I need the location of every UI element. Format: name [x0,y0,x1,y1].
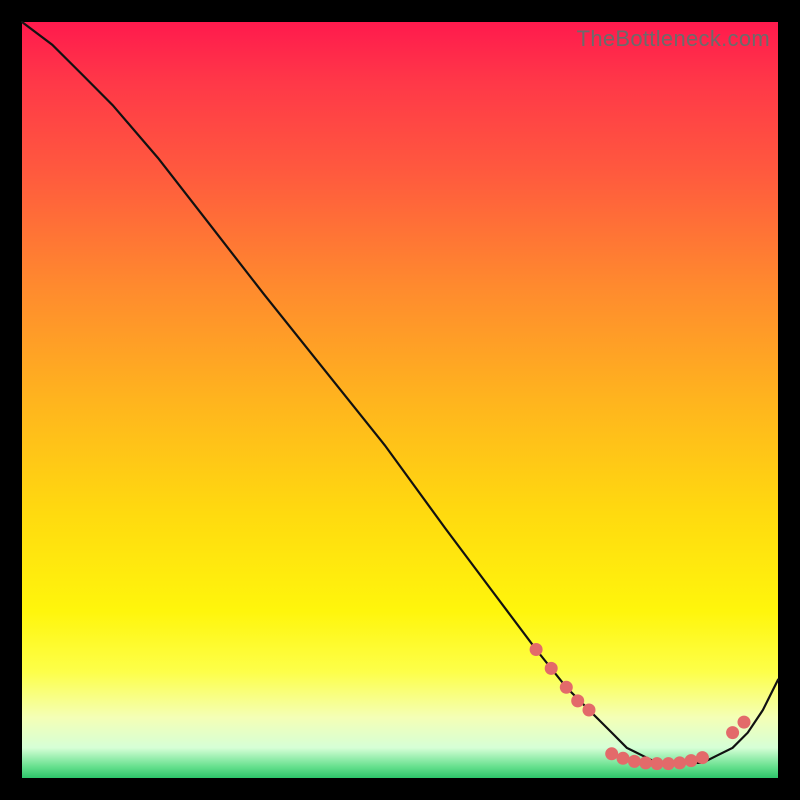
highlight-dot [560,681,573,694]
highlight-dot [571,694,584,707]
bottleneck-curve [22,22,778,763]
highlight-dot [617,752,630,765]
highlight-dot [605,747,618,760]
curve-layer [22,22,778,778]
highlight-dot [738,716,751,729]
highlight-dots-group [530,643,751,770]
highlight-dot [685,754,698,767]
highlight-dot [696,751,709,764]
highlight-dot [628,755,641,768]
chart-frame: TheBottleneck.com [0,0,800,800]
plot-area: TheBottleneck.com [22,22,778,778]
highlight-dot [545,662,558,675]
highlight-dot [583,704,596,717]
highlight-dot [662,757,675,770]
highlight-dot [673,756,686,769]
highlight-dot [726,726,739,739]
highlight-dot [639,756,652,769]
highlight-dot [651,757,664,770]
highlight-dot [530,643,543,656]
